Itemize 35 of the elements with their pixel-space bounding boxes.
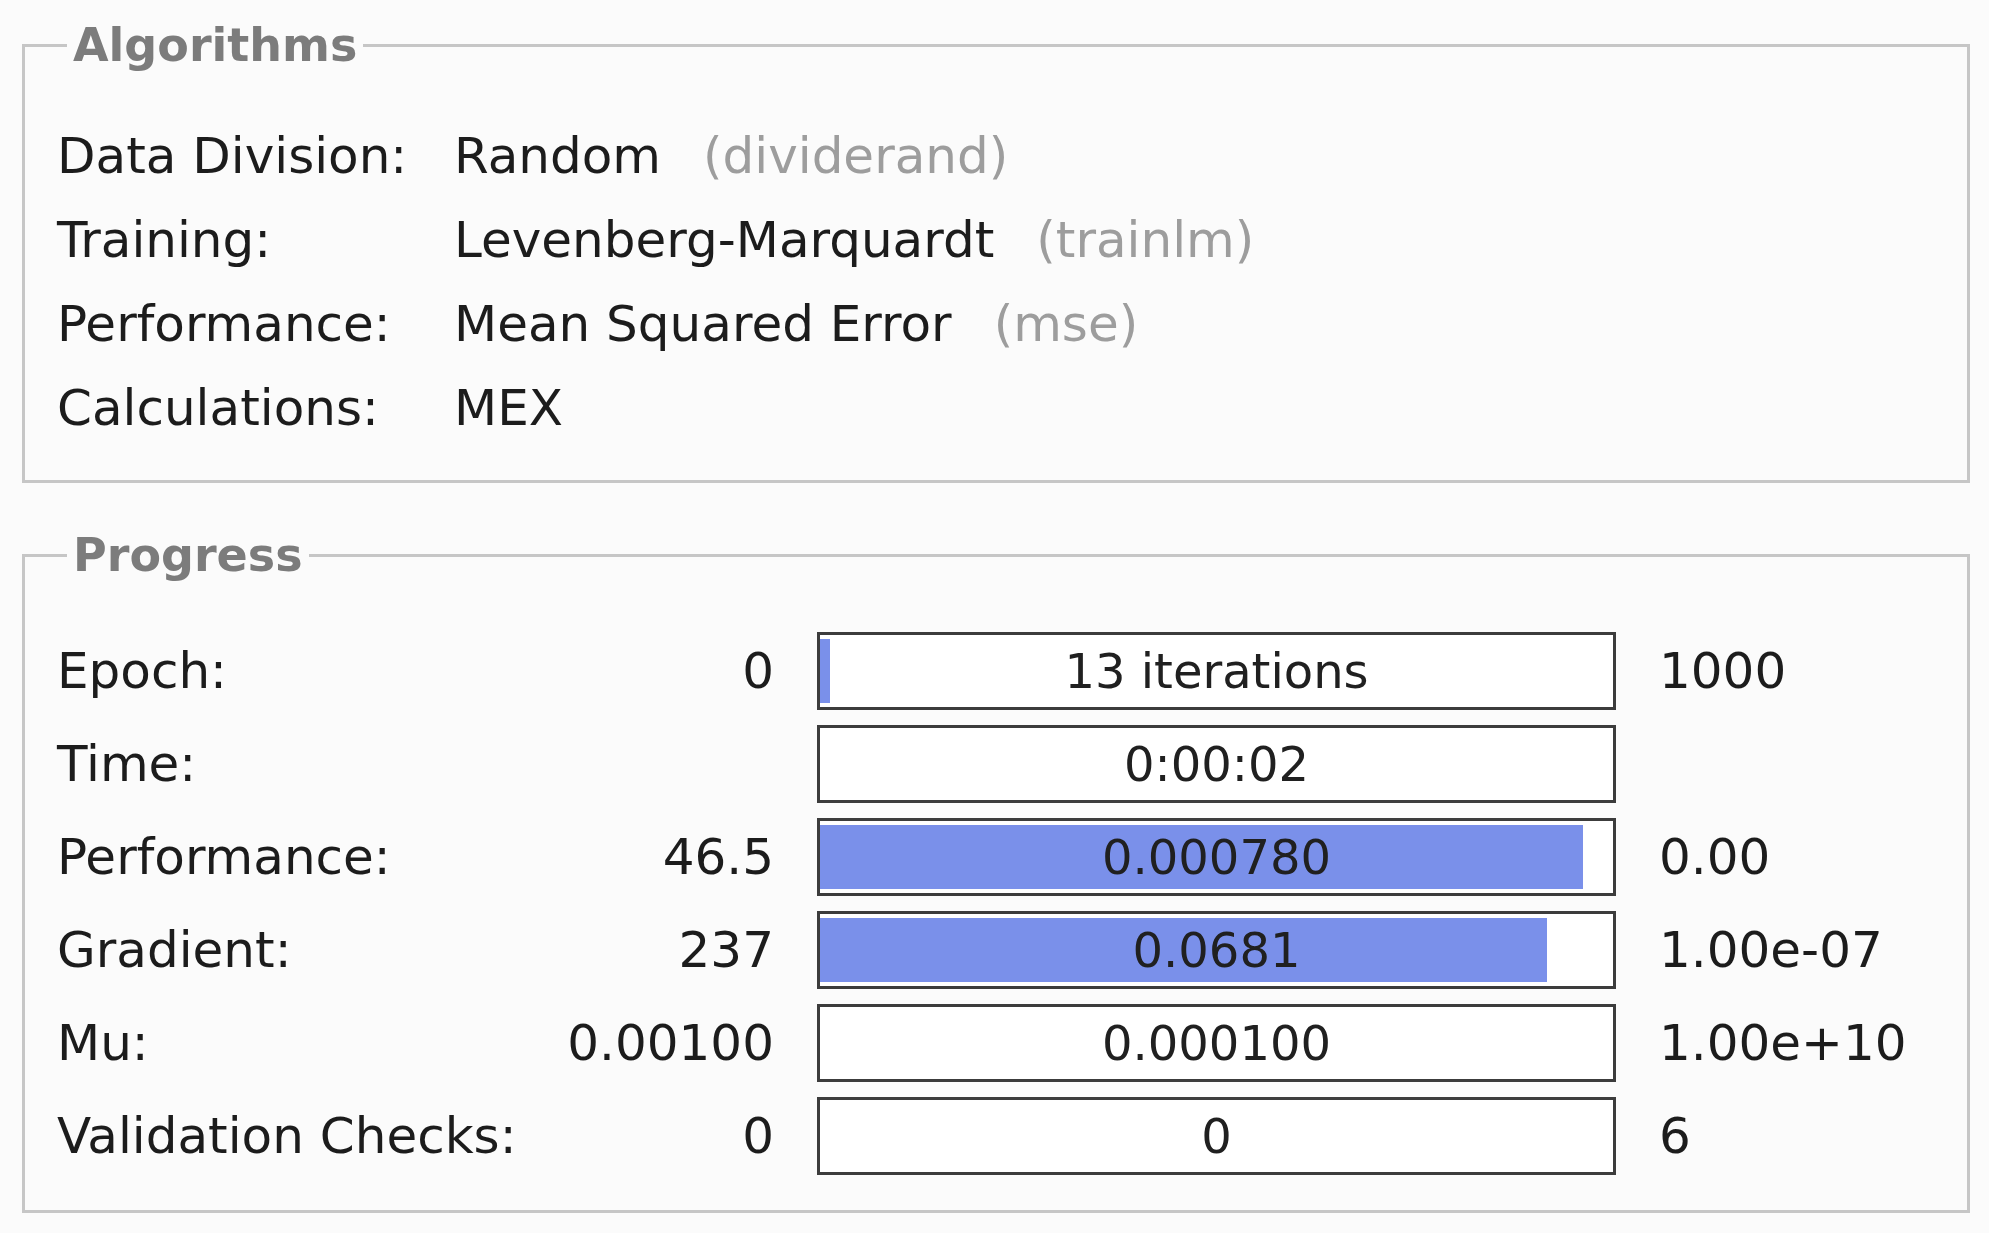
bar-value: 0.000780 [1102,833,1331,881]
field-value: Mean Squared Error [454,295,952,353]
end-value: 6 [1659,1107,1691,1165]
field-label: Performance: [57,295,392,353]
row-label: Mu: [57,1014,149,1072]
bar-value: 13 iterations [1064,647,1369,695]
row-label: Gradient: [57,921,292,979]
group-title: Progress [72,527,304,583]
row-label: Epoch: [57,642,227,700]
function-name: (mse) [993,295,1139,353]
bar-value: 0.000100 [1102,1019,1331,1067]
end-value: 1000 [1659,642,1787,700]
field-label: Training: [57,211,273,269]
row-label: Time: [57,735,197,793]
row-label: Performance: [57,828,391,886]
start-value: 0 [742,642,774,700]
field-value: MEX [454,379,563,437]
bar-value: 0.0681 [1132,926,1301,974]
bar-value: 0 [1201,1112,1232,1160]
start-value: 0 [742,1107,774,1165]
row-label: Validation Checks: [57,1107,517,1165]
field-label: Data Division: [57,127,409,185]
bar-value: 0:00:02 [1123,740,1309,788]
start-value: 237 [678,921,774,979]
end-value: 1.00e-07 [1659,921,1883,979]
field-label: Calculations: [57,379,380,437]
start-value: 46.5 [662,828,774,886]
field-value: Levenberg-Marquardt [454,211,995,269]
function-name: (trainlm) [1036,211,1255,269]
end-value: 1.00e+10 [1659,1014,1907,1072]
field-value: Random [454,127,661,185]
end-value: 0.00 [1659,828,1771,886]
group-title: Algorithms [72,17,359,73]
start-value: 0.00100 [567,1014,774,1072]
function-name: (dividerand) [703,127,1009,185]
